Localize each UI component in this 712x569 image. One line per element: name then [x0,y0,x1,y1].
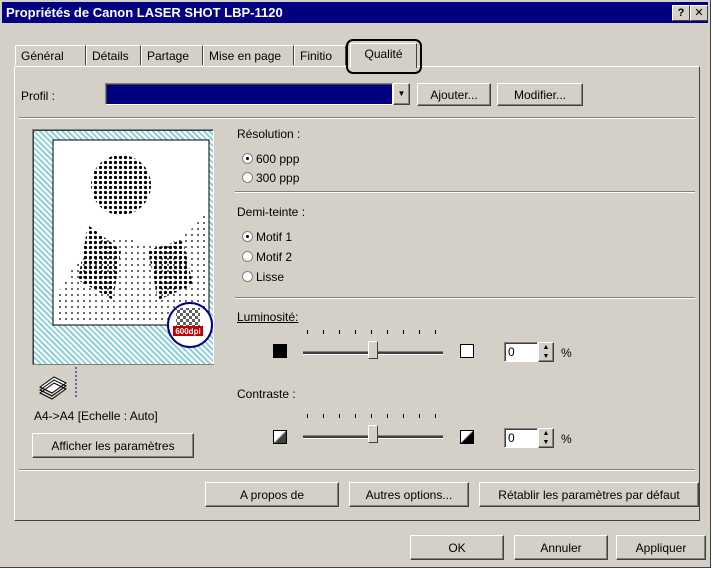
tick [403,330,404,334]
tick [339,414,340,418]
separator [19,117,695,119]
window-title: Propriétés de Canon LASER SHOT LBP-1120 [6,5,283,20]
brightness-slider-thumb[interactable] [368,341,378,359]
tick [419,330,420,334]
tick [355,330,356,334]
tick [339,330,340,334]
profile-label: Profil : [21,89,56,103]
contrast-value-input[interactable]: 0 [504,428,538,448]
light-swatch-icon [460,344,474,358]
preview-footer [32,364,214,404]
tick [307,414,308,418]
more-options-button[interactable]: Autres options... [349,482,469,507]
properties-dialog: Propriétés de Canon LASER SHOT LBP-1120 … [0,0,711,568]
print-preview: 600dpi [32,129,214,404]
title-bar[interactable]: Propriétés de Canon LASER SHOT LBP-1120 … [2,2,708,23]
low-contrast-icon [273,430,287,444]
dpi-badge: 600dpi [175,327,200,336]
contrast-unit: % [561,432,572,446]
cancel-button[interactable]: Annuler [514,535,608,560]
spin-up-icon[interactable]: ▲ [539,429,553,438]
spin-down-icon[interactable]: ▼ [539,438,553,447]
brightness-unit: % [561,346,572,360]
tab-page-setup[interactable]: Mise en page [203,45,294,65]
contrast-label: Contraste : [237,387,296,401]
paper-stack-icon [39,367,77,400]
separator [235,297,695,299]
contrast-spinner[interactable]: ▲ ▼ [538,428,554,448]
tick [403,414,404,418]
quality-panel: Profil : ▼ Ajouter... Modifier... 600dpi… [14,66,700,521]
tab-finishing[interactable]: Finitio [294,45,346,65]
scale-caption: A4->A4 [Echelle : Auto] [34,409,158,423]
profile-dropdown-arrow[interactable]: ▼ [393,83,410,105]
resolution-300-radio[interactable]: 300 ppp [242,171,299,185]
about-button[interactable]: A propos de [205,482,339,507]
halftone-pattern1-radio[interactable]: Motif 1 [242,230,292,244]
reset-defaults-button[interactable]: Rétablir les paramètres par défaut [479,482,699,507]
tab-highlight-ring [346,39,422,74]
modify-profile-button[interactable]: Modifier... [497,83,583,106]
contrast-slider-thumb[interactable] [368,425,378,443]
preview-illustration: 600dpi [52,139,213,348]
apply-button[interactable]: Appliquer [616,535,706,560]
tick [323,414,324,418]
ok-button[interactable]: OK [410,535,504,560]
tick [435,330,436,334]
show-parameters-button[interactable]: Afficher les paramètres [32,433,194,458]
tick [435,414,436,418]
brightness-value-input[interactable]: 0 [504,342,538,362]
separator [235,191,695,193]
add-profile-button[interactable]: Ajouter... [417,83,491,106]
resolution-600-radio[interactable]: 600 ppp [242,152,299,166]
dark-swatch-icon [273,344,287,358]
resolution-label: Résolution : [237,127,301,141]
halftone-pattern2-radio[interactable]: Motif 2 [242,250,292,264]
halftone-label: Demi-teinte : [237,205,306,219]
high-contrast-icon [460,430,474,444]
tick [307,330,308,334]
tab-general[interactable]: Général [15,45,86,65]
profile-value [106,84,109,98]
tick [323,330,324,334]
halftone-smooth-radio[interactable]: Lisse [242,270,284,284]
tab-sharing[interactable]: Partage [141,45,203,65]
close-button[interactable]: ✕ [690,5,708,21]
tick [387,330,388,334]
spin-up-icon[interactable]: ▲ [539,343,553,352]
profile-select[interactable] [105,83,393,105]
brightness-spinner[interactable]: ▲ ▼ [538,342,554,362]
tab-details[interactable]: Détails [86,45,141,65]
tick [387,414,388,418]
tick [371,414,372,418]
tick [419,414,420,418]
separator [19,469,695,471]
tick [355,414,356,418]
tick [371,330,372,334]
brightness-label: Luminosité: [237,310,299,324]
spin-down-icon[interactable]: ▼ [539,352,553,361]
help-button[interactable]: ? [672,5,690,21]
